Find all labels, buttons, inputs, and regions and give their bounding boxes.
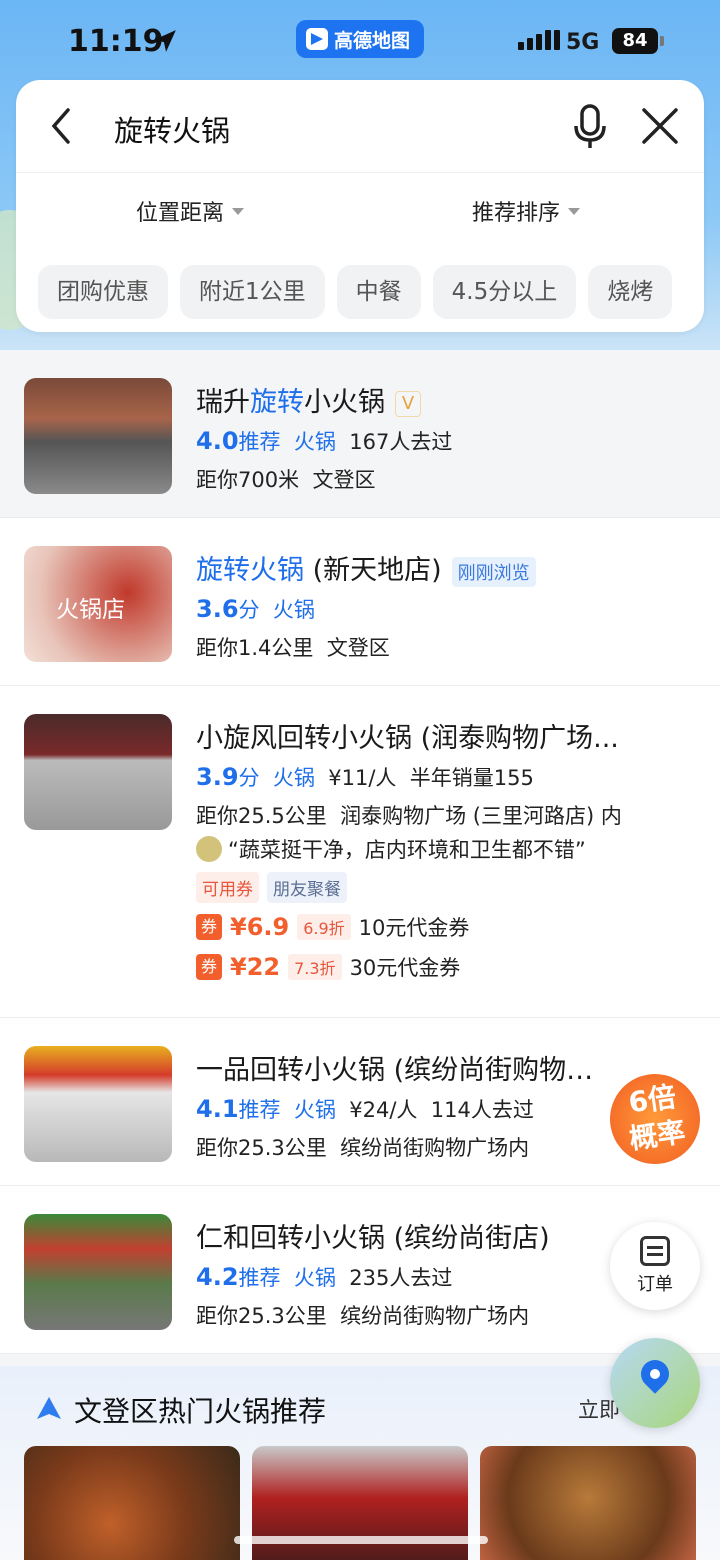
scene-label: 朋友聚餐	[267, 872, 347, 903]
back-icon[interactable]	[46, 106, 76, 146]
order-button[interactable]: 订单	[610, 1222, 700, 1310]
app-badge[interactable]: 高德地图	[296, 20, 424, 58]
result-location-line: 距你1.4公里 文登区	[196, 636, 390, 660]
result-list: 瑞升旋转小火锅 V 4.0推荐 火锅 167人去过 距你700米 文登区 火锅店 …	[0, 350, 720, 1354]
microphone-icon[interactable]	[572, 104, 608, 150]
result-item[interactable]: 瑞升旋转小火锅 V 4.0推荐 火锅 167人去过 距你700米 文登区	[0, 350, 720, 518]
result-title: 瑞升旋转小火锅 V	[196, 380, 421, 419]
result-item[interactable]: 小旋风回转小火锅 (润泰购物广场... 3.9分 火锅 ¥11/人 半年销量15…	[0, 686, 720, 1018]
network-type: 5G	[566, 30, 600, 55]
hot-image[interactable]	[24, 1446, 240, 1560]
result-location-line: 距你700米 文登区	[196, 468, 376, 492]
divider	[16, 172, 704, 173]
label-row: 可用券 朋友聚餐	[196, 872, 347, 903]
close-icon[interactable]	[640, 106, 680, 146]
hot-image[interactable]	[480, 1446, 696, 1560]
amap-logo-icon	[306, 28, 328, 50]
result-title: 仁和回转小火锅 (缤纷尚街店)	[196, 1223, 550, 1254]
recent-badge: 刚刚浏览	[451, 556, 536, 587]
filter-sort[interactable]: 推荐排序	[472, 195, 581, 227]
section-title: 文登区热门火锅推荐	[74, 1395, 327, 1428]
result-thumbnail	[24, 378, 172, 494]
filter-label: 推荐排序	[472, 201, 561, 226]
status-bar: 11:19 高德地图 5G 84	[0, 0, 720, 80]
vip-badge-icon: V	[395, 390, 421, 417]
chip-bbq[interactable]: 烧烤	[588, 265, 673, 319]
result-rating-line: 4.0推荐 火锅 167人去过	[196, 427, 453, 455]
filter-label: 位置距离	[136, 201, 225, 226]
result-thumbnail	[24, 1214, 172, 1330]
location-pin-icon	[635, 1354, 675, 1394]
app-name: 高德地图	[334, 29, 411, 52]
caret-down-icon	[568, 207, 581, 215]
coupon-icon: 券	[196, 914, 222, 940]
locate-button[interactable]	[610, 1338, 700, 1428]
review-line: “蔬菜挺干净，店内环境和卫生都不错”	[196, 834, 586, 864]
result-title: 小旋风回转小火锅 (润泰购物广场...	[196, 723, 619, 754]
order-icon	[640, 1236, 670, 1266]
chip-nearby[interactable]: 附近1公里	[180, 265, 325, 319]
result-thumbnail	[24, 714, 172, 830]
battery-tip	[660, 36, 664, 46]
chip-chinese[interactable]: 中餐	[336, 265, 421, 319]
hot-icon	[37, 1397, 61, 1419]
avatar	[196, 836, 222, 862]
result-rating-line: 4.2推荐 火锅 235人去过	[196, 1263, 453, 1291]
location-arrow-icon	[154, 30, 176, 52]
home-indicator[interactable]	[234, 1536, 488, 1544]
result-title: 旋转火锅 (新天地店) 刚刚浏览	[196, 548, 536, 587]
result-thumbnail: 火锅店	[24, 546, 172, 662]
signal-icon	[518, 30, 560, 50]
result-title: 一品回转小火锅 (缤纷尚街购物广...	[196, 1055, 616, 1086]
order-label: 订单	[637, 1274, 673, 1295]
status-time: 11:19	[68, 24, 164, 59]
caret-down-icon	[232, 207, 245, 215]
result-rating-line: 4.1推荐 火锅 ¥24/人 114人去过	[196, 1095, 534, 1123]
result-item[interactable]: 火锅店 旋转火锅 (新天地店) 刚刚浏览 3.6分 火锅 距你1.4公里 文登区	[0, 518, 720, 686]
result-location-line: 距你25.3公里 缤纷尚街购物广场内	[196, 1136, 530, 1160]
battery-icon: 84	[612, 28, 658, 54]
result-rating-line: 3.9分 火锅 ¥11/人 半年销量155	[196, 763, 534, 791]
search-input[interactable]: 旋转火锅	[114, 108, 230, 150]
coupon-icon: 券	[196, 954, 222, 980]
result-location-line: 距你25.3公里 缤纷尚街购物广场内	[196, 1304, 530, 1328]
filter-distance[interactable]: 位置距离	[136, 195, 245, 227]
coupon-label: 可用券	[196, 872, 259, 903]
result-thumbnail	[24, 1046, 172, 1162]
search-card: 旋转火锅 位置距离 推荐排序 团购优惠 附近1公里 中餐 4.5分以上 烧烤	[16, 80, 704, 332]
chip-rating[interactable]: 4.5分以上	[432, 265, 577, 319]
thumbnail-text: 火锅店	[56, 597, 125, 623]
chip-group-deal[interactable]: 团购优惠	[38, 265, 168, 319]
result-rating-line: 3.6分 火锅	[196, 595, 315, 623]
result-location-line: 距你25.5公里 润泰购物广场 (三里河路店) 内	[196, 804, 622, 828]
deal-row[interactable]: 券 ¥6.9 6.9折 10元代金券	[196, 912, 469, 942]
chip-row: 团购优惠 附近1公里 中餐 4.5分以上 烧烤	[38, 265, 673, 319]
deal-row[interactable]: 券 ¥22 7.3折 30元代金券	[196, 952, 460, 982]
